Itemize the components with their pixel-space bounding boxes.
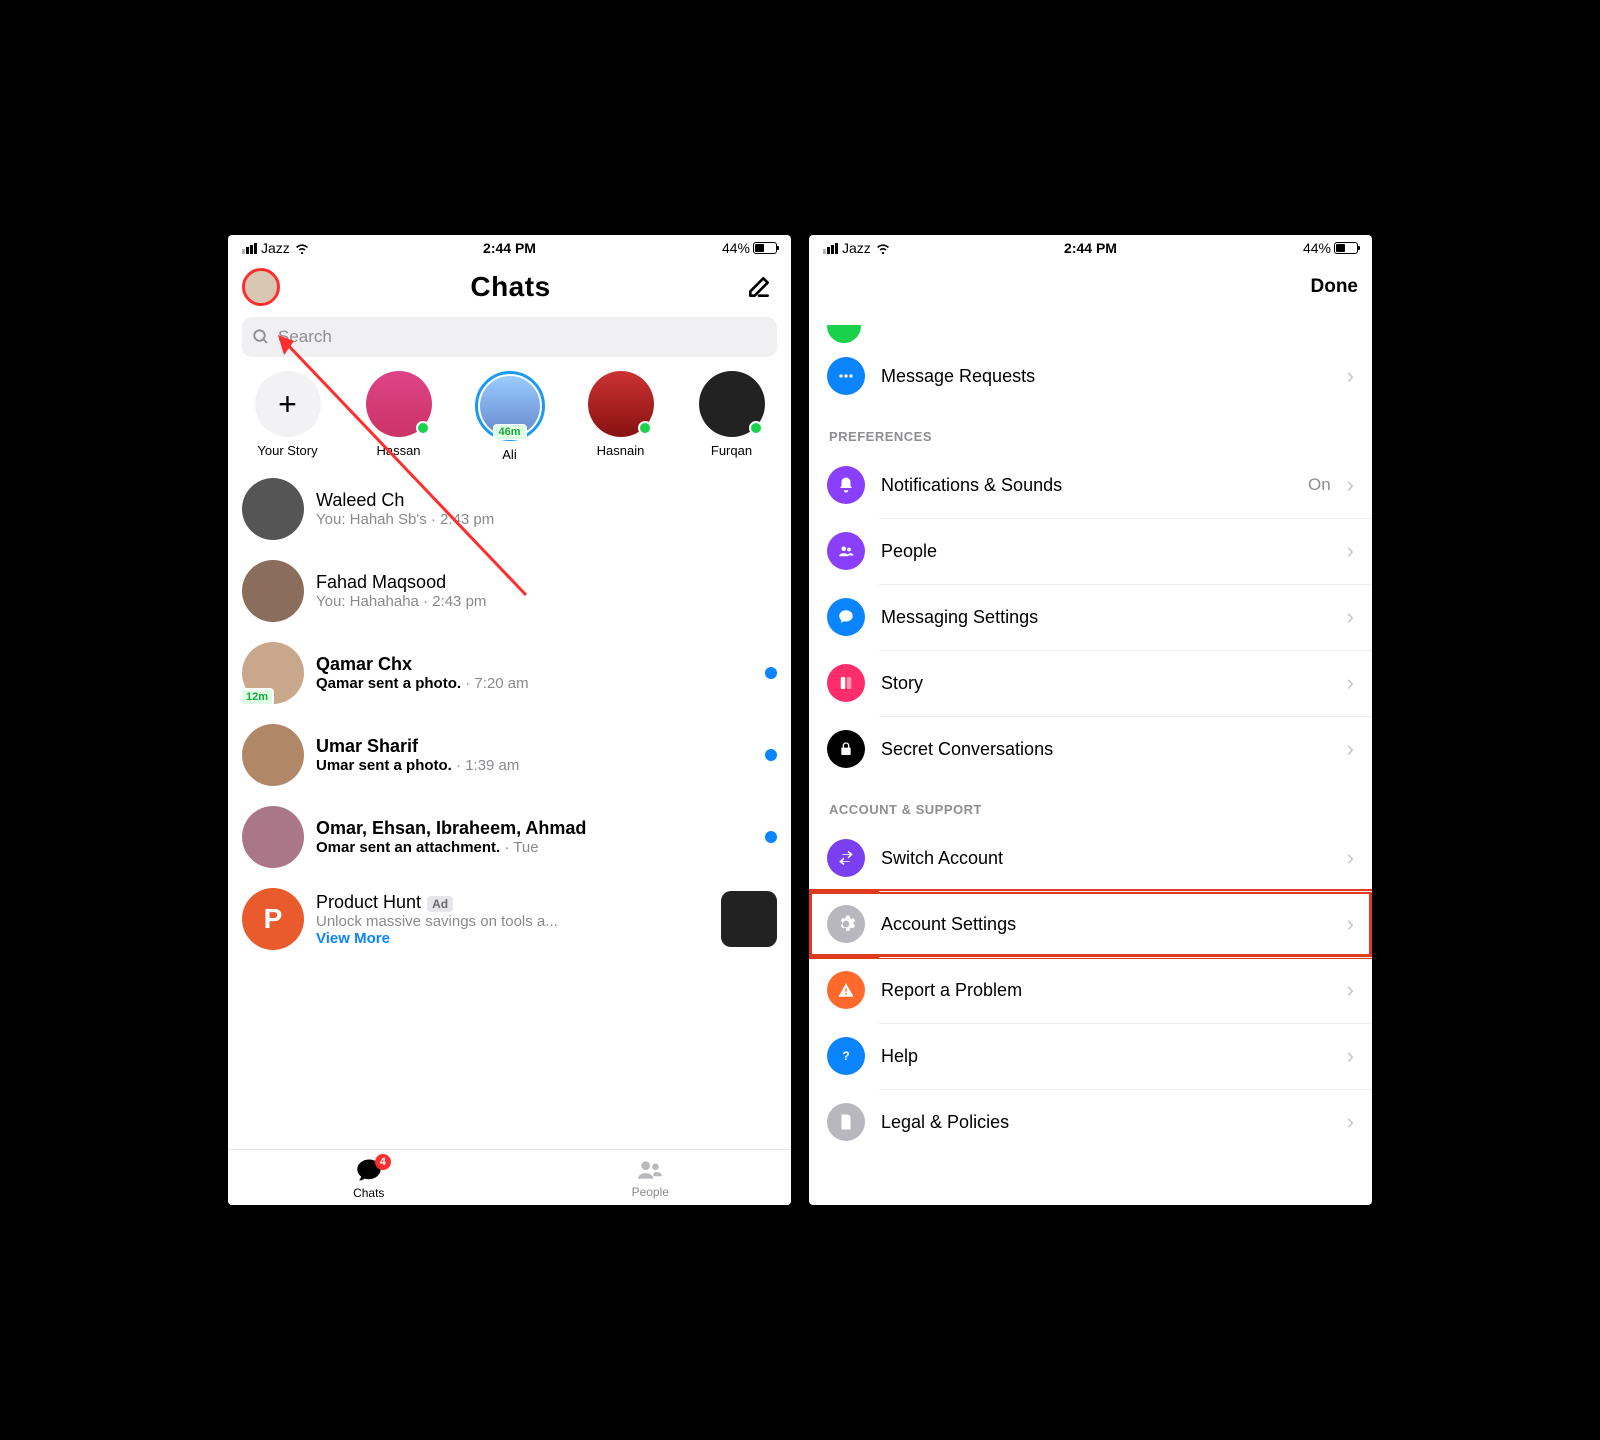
settings-header: Done	[809, 261, 1372, 313]
avatar	[242, 478, 304, 540]
people-icon	[635, 1157, 665, 1183]
search-placeholder: Search	[278, 327, 332, 347]
chevron-right-icon: ›	[1347, 670, 1354, 696]
left-phone: Jazz 2:44 PM 44% Chats Search + Your Sto…	[228, 235, 791, 1205]
help-icon: ?	[827, 1037, 865, 1075]
chevron-right-icon: ›	[1347, 736, 1354, 762]
chevron-right-icon: ›	[1347, 363, 1354, 389]
chat-row[interactable]: Fahad Maqsood You: Hahahaha · 2:43 pm	[228, 550, 791, 632]
chat-row[interactable]: Waleed Ch You: Hahah Sb's · 2:43 pm	[228, 468, 791, 550]
row-switch-account[interactable]: Switch Account ›	[809, 825, 1372, 891]
svg-text:?: ?	[842, 1049, 849, 1063]
unread-dot	[765, 831, 777, 843]
ad-badge: Ad	[427, 896, 453, 912]
status-bar: Jazz 2:44 PM 44%	[228, 235, 791, 261]
warning-icon	[827, 971, 865, 1009]
ad-thumbnail	[721, 891, 777, 947]
gear-icon	[827, 905, 865, 943]
wifi-icon	[294, 242, 310, 254]
status-bar: Jazz 2:44 PM 44%	[809, 235, 1372, 261]
unread-dot	[765, 749, 777, 761]
row-story[interactable]: Story ›	[809, 650, 1372, 716]
signal-icon	[823, 243, 838, 254]
badge: 4	[375, 1154, 391, 1170]
unread-dot	[765, 667, 777, 679]
story-hassan[interactable]: Hassan	[345, 371, 452, 462]
bottom-tab-bar: 4 Chats People	[228, 1149, 791, 1205]
status-time: 2:44 PM	[809, 240, 1372, 256]
right-phone: Jazz 2:44 PM 44% Done Message Requests ›…	[809, 235, 1372, 1205]
chat-row-ad[interactable]: P Product HuntAd Unlock massive savings …	[228, 878, 791, 960]
search-icon	[252, 328, 270, 346]
your-story[interactable]: + Your Story	[234, 371, 341, 462]
battery-icon	[1334, 242, 1358, 254]
plus-icon: +	[255, 371, 321, 437]
partial-row-icon	[827, 325, 861, 343]
row-secret-conversations[interactable]: Secret Conversations ›	[809, 716, 1372, 782]
avatar	[242, 724, 304, 786]
row-notifications[interactable]: Notifications & Sounds On ›	[809, 452, 1372, 518]
bell-icon	[827, 466, 865, 504]
dual-screenshot-container: Jazz 2:44 PM 44% Chats Search + Your Sto…	[210, 217, 1390, 1223]
story-furqan[interactable]: Furqan	[678, 371, 785, 462]
battery-label: 44%	[1303, 240, 1331, 256]
chevron-right-icon: ›	[1347, 604, 1354, 630]
signal-icon	[242, 243, 257, 254]
avatar: 12m	[242, 642, 304, 704]
notifications-value: On	[1308, 475, 1331, 495]
compose-button[interactable]	[741, 269, 777, 305]
chat-list: Waleed Ch You: Hahah Sb's · 2:43 pm Faha…	[228, 468, 791, 960]
profile-avatar-button[interactable]	[242, 268, 280, 306]
section-preferences: PREFERENCES	[809, 409, 1372, 452]
lock-icon	[827, 730, 865, 768]
avatar: P	[242, 888, 304, 950]
people-icon	[827, 532, 865, 570]
status-time: 2:44 PM	[228, 240, 791, 256]
chevron-right-icon: ›	[1347, 911, 1354, 937]
message-requests-icon	[827, 357, 865, 395]
switch-icon	[827, 839, 865, 877]
settings-list: Message Requests › PREFERENCES Notificat…	[809, 313, 1372, 1155]
wifi-icon	[875, 242, 891, 254]
story-hasnain[interactable]: Hasnain	[567, 371, 674, 462]
battery-icon	[753, 242, 777, 254]
chevron-right-icon: ›	[1347, 472, 1354, 498]
battery-label: 44%	[722, 240, 750, 256]
chat-row[interactable]: Umar Sharif Umar sent a photo. · 1:39 am	[228, 714, 791, 796]
chevron-right-icon: ›	[1347, 845, 1354, 871]
done-button[interactable]: Done	[1311, 276, 1359, 298]
row-help[interactable]: ? Help ›	[809, 1023, 1372, 1089]
chat-row[interactable]: Omar, Ehsan, Ibraheem, Ahmad Omar sent a…	[228, 796, 791, 878]
chevron-right-icon: ›	[1347, 538, 1354, 564]
row-account-settings[interactable]: Account Settings ›	[809, 891, 1372, 957]
search-input[interactable]: Search	[242, 317, 777, 357]
row-message-requests[interactable]: Message Requests ›	[809, 343, 1372, 409]
compose-icon	[746, 274, 772, 300]
page-title: Chats	[290, 271, 731, 303]
row-report-problem[interactable]: Report a Problem ›	[809, 957, 1372, 1023]
row-people[interactable]: People ›	[809, 518, 1372, 584]
tab-people[interactable]: People	[510, 1150, 792, 1205]
story-ali[interactable]: 46m Ali	[456, 371, 563, 462]
chat-icon	[827, 598, 865, 636]
chevron-right-icon: ›	[1347, 1109, 1354, 1135]
stories-row: + Your Story Hassan 46m Ali Hasnain Furq…	[228, 367, 791, 468]
row-legal[interactable]: Legal & Policies ›	[809, 1089, 1372, 1155]
row-messaging-settings[interactable]: Messaging Settings ›	[809, 584, 1372, 650]
chats-header: Chats	[228, 261, 791, 313]
story-icon	[827, 664, 865, 702]
carrier-label: Jazz	[261, 240, 290, 256]
chevron-right-icon: ›	[1347, 1043, 1354, 1069]
carrier-label: Jazz	[842, 240, 871, 256]
avatar	[242, 806, 304, 868]
document-icon	[827, 1103, 865, 1141]
view-more-link[interactable]: View More	[316, 930, 709, 947]
tab-chats[interactable]: 4 Chats	[228, 1150, 510, 1205]
avatar	[242, 560, 304, 622]
section-account: ACCOUNT & SUPPORT	[809, 782, 1372, 825]
chevron-right-icon: ›	[1347, 977, 1354, 1003]
chat-row[interactable]: 12m Qamar Chx Qamar sent a photo. · 7:20…	[228, 632, 791, 714]
